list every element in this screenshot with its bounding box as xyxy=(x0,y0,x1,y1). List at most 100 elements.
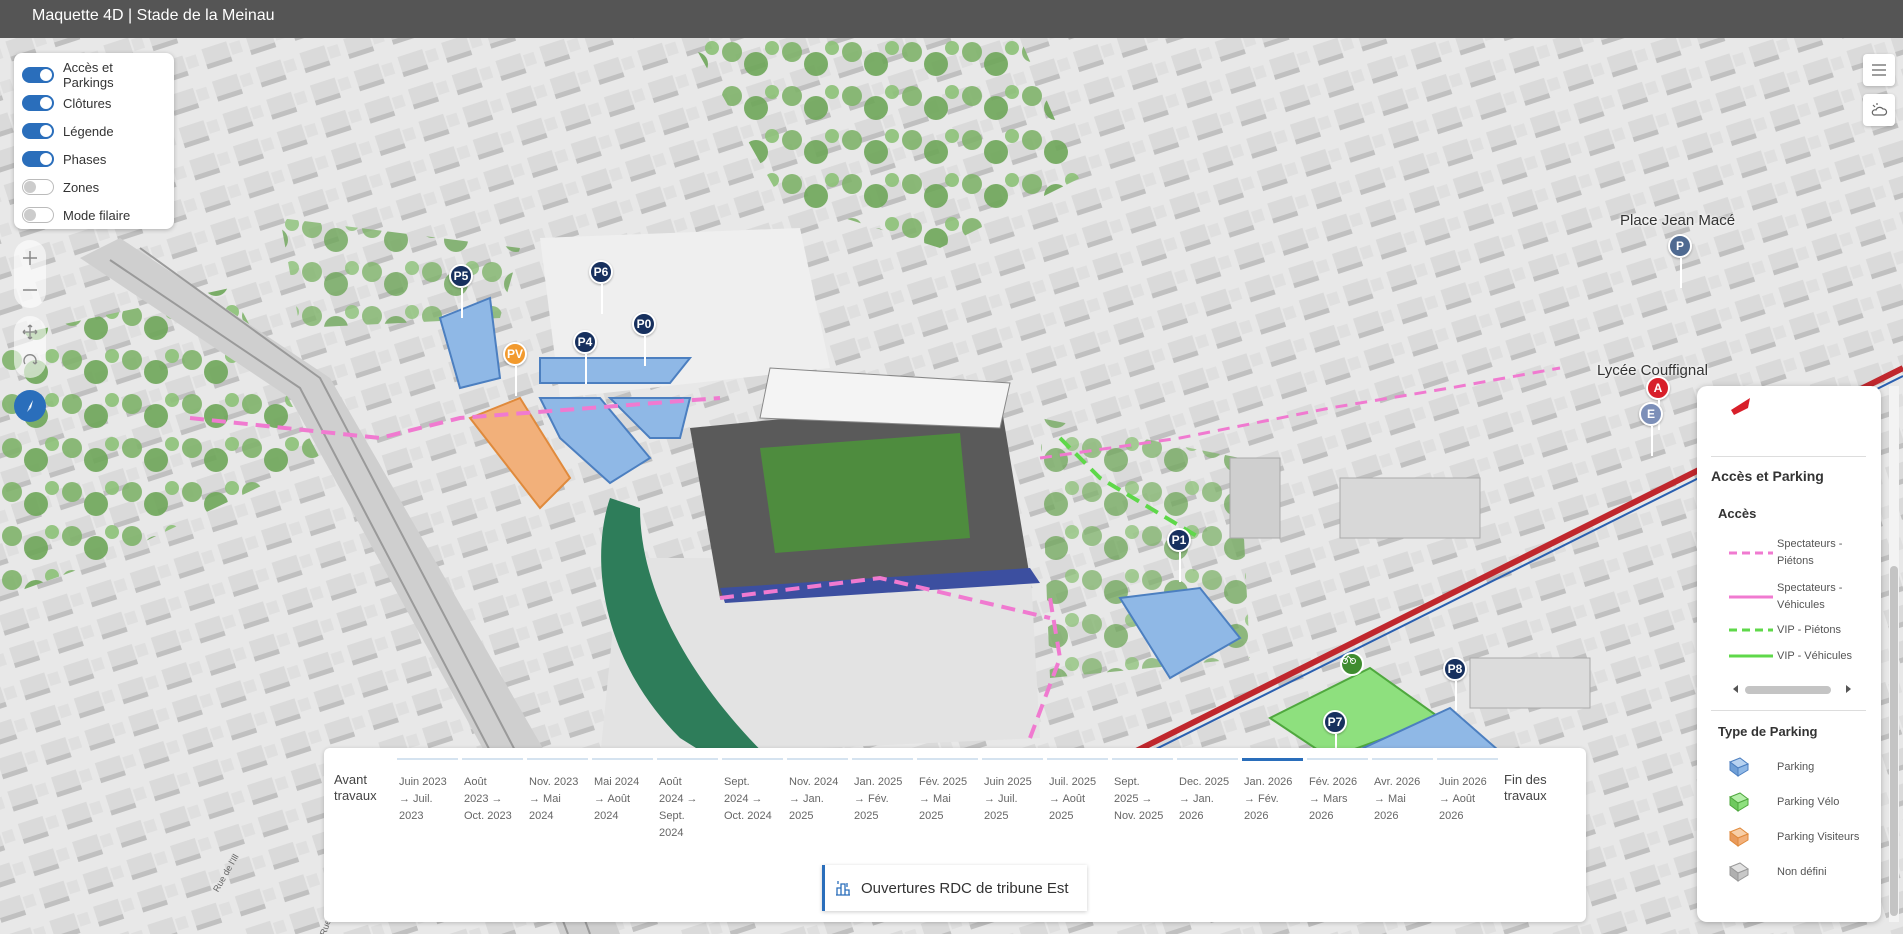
marker-label: E xyxy=(1646,407,1655,421)
legend-item: Parking Visiteurs xyxy=(1727,826,1859,848)
phase-step[interactable]: Juin 2026 → Août 2026 xyxy=(1437,758,1498,858)
map-marker-p1[interactable]: P1 xyxy=(1167,528,1191,582)
phase-step[interactable]: Fév. 2025 → Mai 2025 xyxy=(917,758,978,858)
line-swatch-icon xyxy=(1729,595,1773,599)
phase-bar xyxy=(592,758,653,760)
marker-label: P8 xyxy=(1447,662,1463,676)
phase-label: Juin 2023 → Juil. 2023 xyxy=(399,776,447,822)
toggle-switch[interactable] xyxy=(22,207,54,223)
phase-step[interactable]: Sept. 2024 → Oct. 2024 xyxy=(722,758,783,858)
phase-step[interactable]: Mai 2024 → Août 2024 xyxy=(592,758,653,858)
toggle-switch[interactable] xyxy=(22,95,54,111)
phase-step[interactable]: Nov. 2024 → Jan. 2025 xyxy=(787,758,848,858)
phase-step[interactable]: Fév. 2026 → Mars 2026 xyxy=(1307,758,1368,858)
map-marker-pv[interactable]: PV xyxy=(503,342,527,396)
map-marker-p8[interactable]: P8 xyxy=(1443,657,1467,711)
undefined-swatch-icon xyxy=(1728,862,1750,882)
marker-stem xyxy=(1455,681,1457,711)
map-marker-p4[interactable]: P4 xyxy=(573,330,597,384)
phase-step[interactable]: Avr. 2026 → Mai 2026 xyxy=(1372,758,1433,858)
phase-bar xyxy=(1177,758,1238,760)
parking-swatch-icon xyxy=(1728,757,1750,777)
line-swatch-icon xyxy=(1729,628,1773,632)
phase-label: Nov. 2023 → Mai 2024 xyxy=(529,776,579,822)
phase-bar xyxy=(462,758,523,760)
phase-label: Juin 2026 → Août 2026 xyxy=(1439,776,1487,822)
phase-step[interactable]: Août 2023 → Oct. 2023 xyxy=(462,758,523,858)
chevron-left-icon[interactable] xyxy=(1731,684,1741,694)
line-swatch-icon xyxy=(1729,654,1773,658)
phase-step[interactable]: Fin des travaux xyxy=(1502,758,1568,858)
marker-label: P7 xyxy=(1327,715,1343,729)
layer-zones[interactable]: Zones xyxy=(22,173,166,201)
phase-step[interactable]: Jan. 2026 → Fév. 2026 xyxy=(1242,758,1303,858)
map-marker-e[interactable]: E xyxy=(1639,402,1663,456)
phase-step[interactable]: Sept. 2025 → Nov. 2025 xyxy=(1112,758,1173,858)
list-button[interactable] xyxy=(1863,54,1895,86)
phase-step[interactable]: Juin 2025 → Juil. 2025 xyxy=(982,758,1043,858)
phase-step[interactable]: Jan. 2025 → Fév. 2025 xyxy=(852,758,913,858)
layer-label: Accès et Parkings xyxy=(63,60,114,90)
legend-item: VIP - Véhicules xyxy=(1727,650,1852,662)
window-title-bar: Maquette 4D | Stade de la Meinau xyxy=(0,0,1903,38)
map-marker-p7[interactable]: P7 xyxy=(1323,710,1347,764)
marker-label: P0 xyxy=(636,317,652,331)
chevron-right-icon[interactable] xyxy=(1843,684,1853,694)
layer-acces-parkings[interactable]: Accès et Parkings xyxy=(22,60,166,90)
marker-label: P4 xyxy=(577,335,593,349)
phase-step[interactable]: Nov. 2023 → Mai 2024 xyxy=(527,758,588,858)
layer-mode-filaire[interactable]: Mode filaire xyxy=(22,201,166,229)
map-marker-p6[interactable]: P6 xyxy=(589,260,613,314)
phase-step[interactable]: Août 2024 → Sept. 2024 xyxy=(657,758,718,858)
phase-bar xyxy=(397,758,458,760)
legend-panel: Accès et Parking Accès Spectateurs - Pié… xyxy=(1697,386,1899,922)
legend-item: Spectateurs - Véhicules xyxy=(1727,580,1857,614)
phase-step[interactable]: Juin 2023 → Juil. 2023 xyxy=(397,758,458,858)
layer-legende[interactable]: Légende xyxy=(22,117,166,145)
move-icon xyxy=(22,324,38,340)
marker-label: P1 xyxy=(1171,533,1187,547)
toggle-switch[interactable] xyxy=(22,67,54,83)
map-marker-p5[interactable]: P5 xyxy=(449,264,473,318)
legend-horizontal-scrollbar[interactable] xyxy=(1731,683,1851,695)
rotate-icon xyxy=(23,354,38,365)
phase-step[interactable]: Avant travaux xyxy=(332,758,393,858)
phase-bar xyxy=(1307,758,1368,760)
phase-label: Août 2024 → Sept. 2024 xyxy=(659,776,698,839)
map-marker-p0[interactable]: P0 xyxy=(632,312,656,366)
phase-label: Juil. 2025 → Août 2025 xyxy=(1049,776,1097,822)
plus-icon xyxy=(23,251,37,265)
navigation-controls xyxy=(14,316,46,378)
toggle-switch[interactable] xyxy=(22,123,54,139)
layer-clotures[interactable]: Clôtures xyxy=(22,89,166,117)
pan-button[interactable] xyxy=(16,318,44,346)
weather-button[interactable] xyxy=(1863,94,1895,126)
map-marker-a[interactable]: A xyxy=(1646,376,1670,430)
scroll-thumb[interactable] xyxy=(1745,686,1831,694)
scroll-thumb[interactable] xyxy=(1890,566,1898,916)
phases-timeline: Avant travaux Juin 2023 → Juil. 2023 Août … xyxy=(324,748,1586,922)
layers-panel: Accès et Parkings Clôtures Légende Phase… xyxy=(14,53,174,229)
phase-label: Dec. 2025 → Jan. 2026 xyxy=(1179,776,1230,822)
phase-bar xyxy=(527,758,588,760)
zoom-out-button[interactable] xyxy=(16,276,44,304)
phase-bar xyxy=(787,758,848,760)
layer-label: Phases xyxy=(63,151,107,167)
legend-item: Spectateurs - Piétons xyxy=(1727,536,1857,570)
bike-parking-marker[interactable] xyxy=(1340,652,1364,676)
rotate-button[interactable] xyxy=(16,348,44,376)
toggle-switch[interactable] xyxy=(22,179,54,195)
toggle-switch[interactable] xyxy=(22,151,54,167)
legend-scrollbar[interactable] xyxy=(1889,386,1899,922)
map-marker-place_p[interactable]: P xyxy=(1668,234,1692,288)
legend-parking-title: Type de Parking xyxy=(1718,724,1818,739)
marker-stem xyxy=(515,366,517,396)
phase-event-card[interactable]: Ouvertures RDC de tribune Est xyxy=(822,865,1087,911)
phase-label: Nov. 2024 → Jan. 2025 xyxy=(789,776,839,822)
zoom-in-button[interactable] xyxy=(16,244,44,272)
phase-step[interactable]: Dec. 2025 → Jan. 2026 xyxy=(1177,758,1238,858)
layer-phases[interactable]: Phases xyxy=(22,145,166,173)
phase-label: Fin des travaux xyxy=(1504,772,1547,803)
phase-step[interactable]: Juil. 2025 → Août 2025 xyxy=(1047,758,1108,858)
compass-button[interactable] xyxy=(14,390,46,422)
